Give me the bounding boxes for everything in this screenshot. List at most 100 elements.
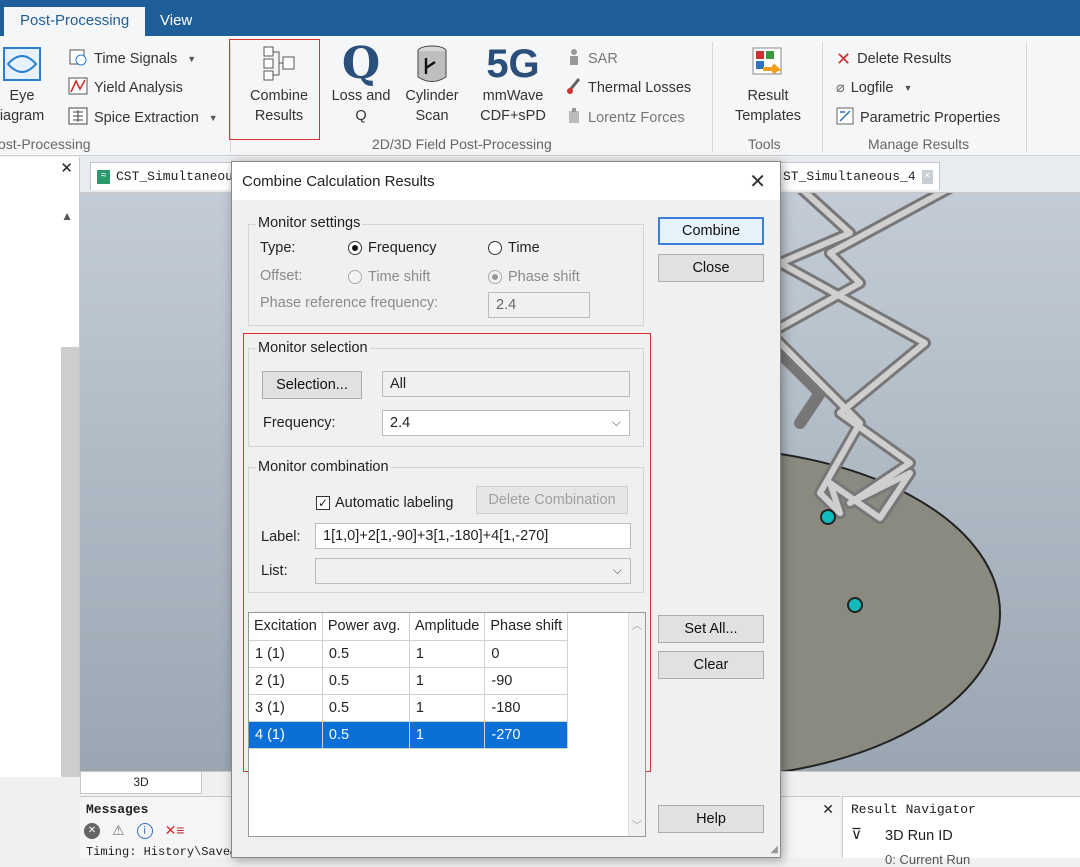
- combination-label-field[interactable]: 1[1,0]+2[1,-90]+3[1,-180]+4[1,-270]: [315, 523, 631, 549]
- tab-3d[interactable]: 3D: [80, 772, 202, 794]
- cell-power[interactable]: 0.5: [322, 640, 410, 668]
- clear-messages-icon[interactable]: ✕≡: [165, 822, 185, 839]
- tree-scrollbar[interactable]: [61, 347, 79, 777]
- table-row[interactable]: 3 (1) 0.5 1 -180: [249, 694, 569, 722]
- table-row[interactable]: 1 (1) 0.5 1 0: [249, 640, 569, 668]
- header-amplitude[interactable]: Amplitude: [409, 613, 486, 641]
- cell-excitation[interactable]: 3 (1): [249, 694, 323, 722]
- type-time-label: Time: [508, 240, 540, 256]
- parametric-properties-button[interactable]: Parametric Properties: [836, 107, 1000, 129]
- offset-phase-shift-radio[interactable]: Phase shift: [488, 269, 580, 285]
- sar-label: SAR: [588, 51, 618, 67]
- info-filter-icon[interactable]: i: [136, 822, 153, 839]
- delete-results-button[interactable]: ✕ Delete Results: [836, 48, 951, 70]
- cell-excitation[interactable]: 4 (1): [249, 721, 323, 749]
- loss-and-q-button[interactable]: Q Loss and Q: [326, 42, 396, 126]
- header-excitation[interactable]: Excitation: [249, 613, 323, 641]
- tab-post-processing[interactable]: Post-Processing: [4, 7, 146, 36]
- phase-reference-label: Phase reference frequency:: [260, 295, 439, 311]
- logfile-button[interactable]: ⌀ Logfile ▼: [836, 77, 912, 99]
- resize-grip-icon[interactable]: ◢: [770, 844, 778, 855]
- paperclip-icon: ⌀: [836, 80, 845, 96]
- cylinder-scan-icon: [398, 42, 466, 86]
- chevron-down-icon: ▼: [903, 83, 913, 93]
- frequency-label: Frequency:: [263, 415, 336, 431]
- time-signals-icon: [68, 48, 88, 70]
- list-select[interactable]: ⌵: [315, 558, 631, 584]
- yield-analysis-button[interactable]: Yield Analysis: [68, 77, 183, 99]
- cell-phase[interactable]: 0: [484, 640, 569, 668]
- cell-phase[interactable]: -180: [484, 694, 569, 722]
- close-button[interactable]: Close: [658, 254, 764, 282]
- delete-combination-button[interactable]: Delete Combination: [476, 486, 628, 514]
- result-templates-label-top: Result: [747, 88, 789, 104]
- frequency-select[interactable]: 2.4 ⌵: [382, 410, 630, 436]
- thermal-losses-label: Thermal Losses: [588, 80, 692, 96]
- header-phase-shift[interactable]: Phase shift: [484, 613, 569, 641]
- scroll-up-icon[interactable]: ▲: [61, 209, 73, 223]
- table-row[interactable]: 2 (1) 0.5 1 -90: [249, 667, 569, 695]
- scroll-up-icon[interactable]: ︿: [632, 617, 642, 632]
- spice-extraction-label: Spice Extraction: [94, 110, 199, 126]
- type-time-radio[interactable]: Time: [488, 240, 540, 256]
- close-icon[interactable]: ✕: [749, 169, 766, 194]
- table-scrollbar[interactable]: ︿ ﹀: [628, 613, 645, 836]
- filter-icon[interactable]: ⊽: [851, 825, 862, 843]
- loss-and-q-label-bottom: Q: [355, 108, 367, 124]
- cell-excitation[interactable]: 1 (1): [249, 640, 323, 668]
- warning-filter-icon[interactable]: ⚠: [112, 822, 125, 839]
- cell-amplitude[interactable]: 1: [409, 667, 486, 695]
- combine-results-dialog: Combine Calculation Results ✕ Monitor se…: [231, 161, 781, 858]
- selection-button[interactable]: Selection...: [262, 371, 362, 399]
- cell-power[interactable]: 0.5: [322, 694, 410, 722]
- spice-extraction-button[interactable]: Spice Extraction ▼: [68, 107, 218, 129]
- cell-excitation[interactable]: 2 (1): [249, 667, 323, 695]
- set-all-button[interactable]: Set All...: [658, 615, 764, 643]
- eye-diagram-button[interactable]: Eye iagram: [0, 42, 50, 126]
- result-templates-button[interactable]: Result Templates: [726, 42, 810, 126]
- document-tab-2[interactable]: ST_Simultaneous_4 ✕: [776, 162, 940, 190]
- loss-q-icon: Q: [326, 42, 396, 86]
- header-power-avg[interactable]: Power avg.: [322, 613, 410, 641]
- thermal-losses-button[interactable]: Thermal Losses: [566, 77, 691, 99]
- cell-phase[interactable]: -90: [484, 667, 569, 695]
- combine-button[interactable]: Combine: [658, 217, 764, 245]
- check-icon: ✓: [316, 496, 330, 510]
- close-icon[interactable]: ✕: [822, 801, 834, 818]
- lorentz-forces-label: Lorentz Forces: [588, 110, 685, 126]
- mmwave-cdf-spd-button[interactable]: 5G mmWave CDF+sPD: [472, 42, 554, 126]
- help-button[interactable]: Help: [658, 805, 764, 833]
- cst-logo-icon: ≈: [97, 169, 110, 184]
- cell-amplitude[interactable]: 1: [409, 694, 486, 722]
- close-icon[interactable]: ✕: [60, 159, 73, 177]
- clear-button[interactable]: Clear: [658, 651, 764, 679]
- automatic-labeling-checkbox[interactable]: ✓ Automatic labeling: [316, 495, 454, 511]
- cell-power[interactable]: 0.5: [322, 721, 410, 749]
- type-frequency-radio[interactable]: Frequency: [348, 240, 437, 256]
- loss-q-glyph: Q: [341, 38, 381, 89]
- person-icon: [566, 48, 582, 70]
- navigator-current-run[interactable]: 0: Current Run: [885, 852, 970, 867]
- navigation-tree-panel: ✕ ▲: [0, 157, 80, 777]
- tab-view[interactable]: View: [144, 7, 208, 36]
- sar-button[interactable]: SAR: [566, 48, 618, 70]
- offset-time-shift-radio[interactable]: Time shift: [348, 269, 430, 285]
- cell-power[interactable]: 0.5: [322, 667, 410, 695]
- table-row-selected[interactable]: 4 (1) 0.5 1 -270: [249, 721, 569, 749]
- result-navigator-panel: Result Navigator ⊽ 3D Run ID 0: Current …: [842, 796, 1080, 867]
- phase-reference-field[interactable]: 2.4: [488, 292, 590, 318]
- cell-amplitude[interactable]: 1: [409, 640, 486, 668]
- error-filter-icon[interactable]: ✕: [84, 822, 100, 839]
- radio-dot: [488, 270, 502, 284]
- scroll-down-icon[interactable]: ﹀: [632, 817, 642, 832]
- ribbon-separator: [822, 42, 823, 152]
- cell-amplitude[interactable]: 1: [409, 721, 486, 749]
- cell-phase[interactable]: -270: [484, 721, 569, 749]
- document-tab-1[interactable]: ≈ CST_Simultaneou: [90, 162, 240, 190]
- radio-dot: [348, 270, 362, 284]
- lorentz-forces-button[interactable]: Lorentz Forces: [566, 107, 685, 129]
- cylinder-scan-button[interactable]: Cylinder Scan: [398, 42, 466, 126]
- dialog-title: Combine Calculation Results: [242, 173, 435, 190]
- close-icon[interactable]: ✕: [921, 169, 933, 184]
- time-signals-button[interactable]: Time Signals ▼: [68, 48, 196, 70]
